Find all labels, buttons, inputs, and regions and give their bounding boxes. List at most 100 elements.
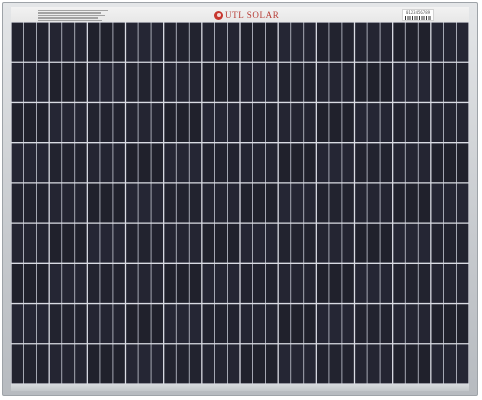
solar-cell xyxy=(126,224,163,263)
solar-cell xyxy=(279,264,316,303)
solar-cell xyxy=(88,344,125,383)
solar-cell xyxy=(202,183,239,223)
solar-cell xyxy=(317,183,354,223)
solar-cell xyxy=(50,304,87,343)
solar-cell xyxy=(393,63,430,102)
solar-cell xyxy=(279,304,316,343)
solar-cell xyxy=(241,304,278,343)
solar-cell xyxy=(50,344,87,383)
solar-cell xyxy=(279,224,316,263)
barcode-label: 0123456789 xyxy=(402,9,434,21)
solar-cell xyxy=(241,264,278,303)
solar-cell xyxy=(393,143,430,182)
solar-cell xyxy=(12,23,49,62)
solar-cell xyxy=(126,183,163,223)
brand-name: UTL SOLAR xyxy=(225,10,280,20)
solar-cell xyxy=(241,103,278,142)
solar-cell xyxy=(164,264,201,303)
solar-cell xyxy=(393,23,430,62)
solar-cell xyxy=(355,224,392,263)
solar-cell xyxy=(431,143,468,182)
solar-cell xyxy=(202,224,239,263)
solar-cell xyxy=(126,103,163,142)
solar-cell xyxy=(12,344,49,383)
solar-cell xyxy=(355,63,392,102)
solar-cell xyxy=(355,23,392,62)
solar-cell xyxy=(202,304,239,343)
solar-cell xyxy=(12,224,49,263)
solar-cell xyxy=(317,63,354,102)
solar-cell xyxy=(393,183,430,223)
solar-cell xyxy=(202,63,239,102)
solar-cell xyxy=(241,183,278,223)
solar-cell xyxy=(202,103,239,142)
solar-cell xyxy=(431,183,468,223)
solar-cell xyxy=(50,264,87,303)
solar-cell-array xyxy=(11,22,469,384)
solar-cell xyxy=(164,183,201,223)
solar-cell xyxy=(202,143,239,182)
solar-cell xyxy=(164,23,201,62)
solar-cell xyxy=(393,103,430,142)
solar-cell xyxy=(431,224,468,263)
solar-cell xyxy=(241,344,278,383)
solar-cell xyxy=(50,103,87,142)
solar-cell xyxy=(126,143,163,182)
solar-cell xyxy=(279,103,316,142)
solar-cell xyxy=(88,63,125,102)
barcode-bars-icon xyxy=(405,15,431,20)
solar-cell xyxy=(431,63,468,102)
solar-cell xyxy=(202,344,239,383)
solar-cell xyxy=(12,304,49,343)
solar-cell xyxy=(393,304,430,343)
solar-cell xyxy=(12,143,49,182)
solar-cell xyxy=(88,304,125,343)
solar-cell xyxy=(279,143,316,182)
solar-cell xyxy=(88,143,125,182)
solar-cell xyxy=(317,103,354,142)
brand-mark-icon xyxy=(214,10,223,20)
solar-cell xyxy=(164,304,201,343)
solar-cell xyxy=(164,103,201,142)
solar-cell xyxy=(355,143,392,182)
solar-cell xyxy=(12,264,49,303)
solar-cell xyxy=(241,63,278,102)
solar-cell xyxy=(317,224,354,263)
spec-label xyxy=(38,9,108,21)
solar-cell xyxy=(317,23,354,62)
solar-cell xyxy=(202,23,239,62)
solar-cell xyxy=(393,224,430,263)
solar-cell xyxy=(317,264,354,303)
solar-cell xyxy=(279,23,316,62)
solar-cell xyxy=(164,224,201,263)
solar-cell xyxy=(50,224,87,263)
frame-bottom-rail xyxy=(11,384,469,391)
solar-cell xyxy=(88,103,125,142)
solar-cell xyxy=(355,103,392,142)
solar-cell xyxy=(393,264,430,303)
solar-cell xyxy=(126,304,163,343)
solar-cell xyxy=(317,344,354,383)
solar-cell xyxy=(88,224,125,263)
solar-cell xyxy=(12,63,49,102)
solar-cell xyxy=(12,103,49,142)
solar-cell xyxy=(279,344,316,383)
solar-cell xyxy=(126,63,163,102)
solar-cell xyxy=(202,264,239,303)
barcode-text: 0123456789 xyxy=(405,9,431,15)
brand-logo: UTL SOLAR xyxy=(214,9,279,21)
solar-cell xyxy=(279,63,316,102)
solar-cell xyxy=(355,344,392,383)
solar-cell xyxy=(50,63,87,102)
solar-cell xyxy=(393,344,430,383)
solar-cell xyxy=(50,143,87,182)
solar-cell xyxy=(164,63,201,102)
solar-cell xyxy=(126,264,163,303)
solar-cell xyxy=(431,304,468,343)
solar-cell xyxy=(431,264,468,303)
solar-cell xyxy=(88,23,125,62)
solar-cell xyxy=(431,103,468,142)
solar-cell xyxy=(241,23,278,62)
solar-cell xyxy=(50,183,87,223)
solar-cell xyxy=(279,183,316,223)
